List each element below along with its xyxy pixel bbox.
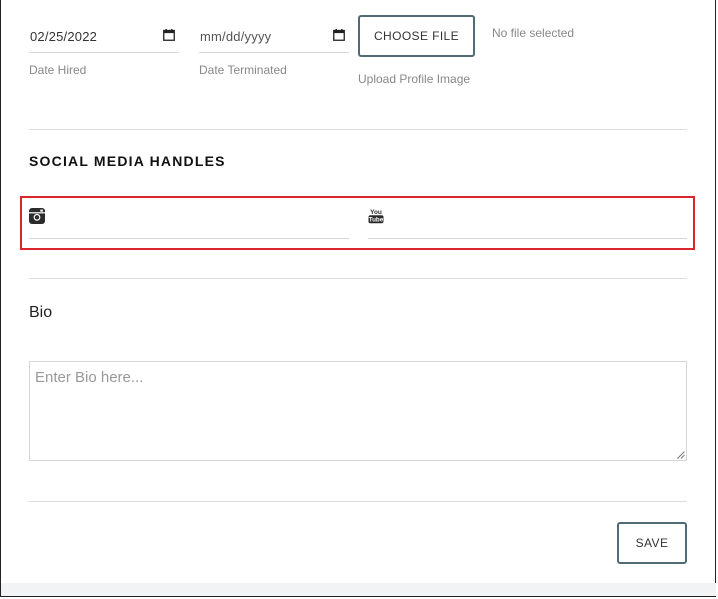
date-terminated-value: mm/dd/yyyy — [200, 29, 272, 44]
date-hired-value: 02/25/2022 — [30, 29, 98, 44]
resize-grip-icon[interactable] — [677, 451, 685, 459]
file-status: No file selected — [492, 26, 575, 40]
date-terminated-label: Date Terminated — [199, 63, 287, 77]
youtube-icon-text-bottom: Tube — [369, 217, 384, 224]
calendar-icon[interactable] — [333, 29, 345, 41]
youtube-icon: You Tube — [368, 209, 384, 224]
form-frame — [0, 0, 716, 597]
bottom-strip — [1, 583, 716, 596]
date-terminated-input[interactable]: mm/dd/yyyy — [199, 18, 349, 53]
date-hired-label: Date Hired — [29, 63, 87, 77]
choose-file-button[interactable]: CHOOSE FILE — [358, 15, 475, 57]
calendar-icon[interactable] — [163, 29, 175, 41]
divider — [29, 129, 687, 130]
youtube-icon-text-top: You — [370, 209, 382, 216]
section-title: SOCIAL MEDIA HANDLES — [29, 153, 226, 169]
divider — [29, 278, 687, 279]
date-hired-input[interactable]: 02/25/2022 — [29, 18, 179, 53]
instagram-icon — [29, 208, 45, 224]
save-button[interactable]: SAVE — [617, 522, 687, 564]
upload-profile-image-label: Upload Profile Image — [358, 72, 471, 86]
bio-textarea[interactable] — [29, 361, 687, 461]
instagram-handle-input[interactable] — [29, 197, 349, 239]
bio-label: Bio — [29, 304, 53, 321]
youtube-handle-input[interactable]: You Tube — [368, 197, 687, 239]
divider — [29, 501, 687, 502]
